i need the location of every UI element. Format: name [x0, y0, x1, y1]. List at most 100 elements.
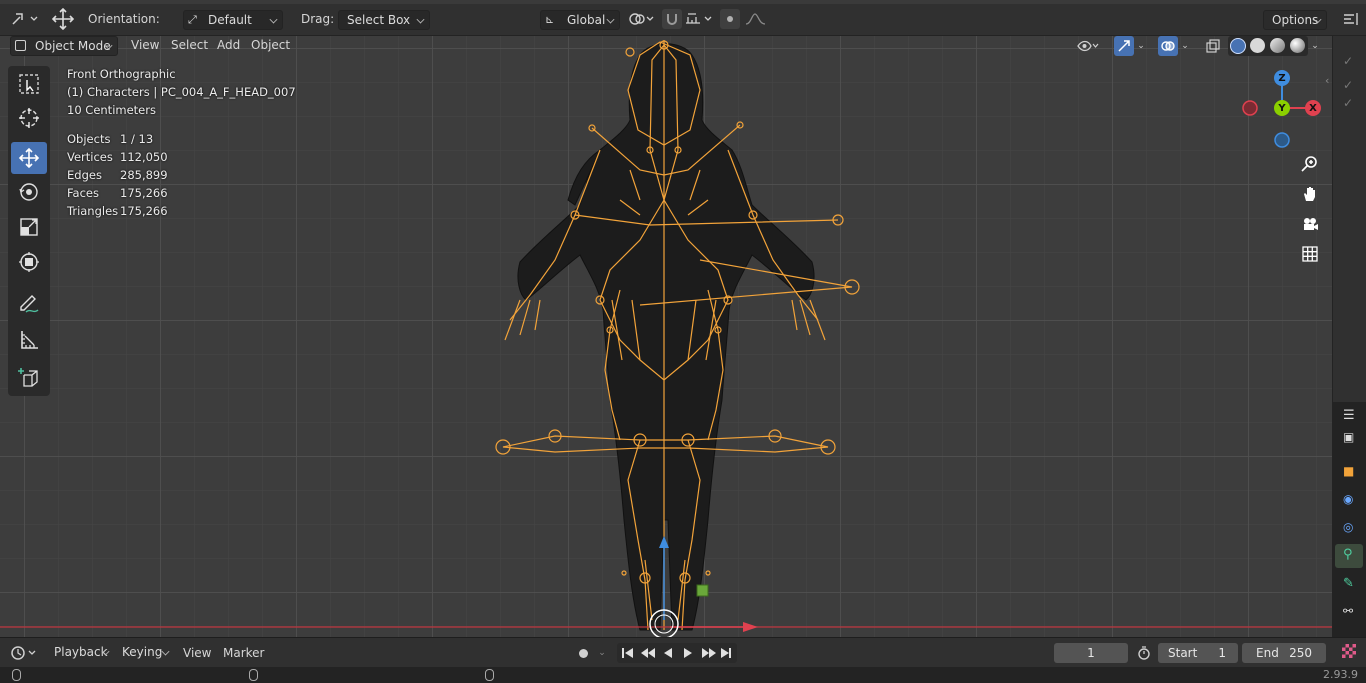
shading-mode-group[interactable] — [1228, 36, 1308, 56]
cursor-tool[interactable] — [11, 102, 47, 134]
gizmo-toggle[interactable] — [1114, 36, 1134, 56]
yz-plane-handle — [696, 584, 709, 597]
scene-collection-icon[interactable]: ▣ — [1343, 430, 1354, 444]
menu-add[interactable]: Add — [217, 38, 240, 52]
tool-tab-icon[interactable]: ✓ — [1343, 54, 1353, 68]
gizmo-x-axis[interactable]: X — [1305, 100, 1321, 116]
projection-toggle-button[interactable] — [1298, 242, 1322, 266]
keying-menu[interactable]: Keying — [114, 643, 174, 663]
stat-value-objects: 1 / 13 — [120, 132, 154, 146]
editor-type-button[interactable] — [8, 9, 42, 29]
wireframe-shading-icon[interactable] — [1230, 38, 1246, 54]
bone-properties-icon[interactable]: ✎ — [1343, 576, 1354, 591]
snap-increment-icon — [686, 13, 712, 24]
armature-properties-tab[interactable]: ⚲ — [1335, 544, 1363, 568]
move-tool-icon[interactable] — [50, 7, 76, 31]
mouse-middle-icon — [249, 669, 258, 681]
stat-value-triangles: 175,266 — [120, 204, 168, 218]
menu-object[interactable]: Object — [251, 38, 290, 52]
constraint-properties-icon[interactable]: ⚯ — [1343, 604, 1353, 618]
proportional-edit-toggle[interactable] — [720, 9, 740, 29]
current-frame-field[interactable]: 1 — [1054, 643, 1128, 663]
grid-icon — [1302, 246, 1318, 262]
orientation-icon: ⤢ — [188, 13, 197, 26]
select-box-tool[interactable] — [11, 68, 47, 100]
sidebar-toggle[interactable] — [1341, 9, 1361, 29]
clock-icon — [11, 646, 36, 660]
version-label: 2.93.9 — [1323, 668, 1358, 681]
scale-tool[interactable] — [11, 211, 47, 243]
zoom-button[interactable] — [1298, 152, 1322, 176]
solid-shading-icon[interactable] — [1250, 38, 1265, 53]
physics-properties-icon[interactable]: ◎ — [1343, 520, 1353, 534]
add-cube-tool[interactable] — [11, 362, 47, 394]
gizmo-z-axis[interactable]: Z — [1274, 70, 1290, 86]
falloff-dropdown[interactable] — [742, 9, 770, 29]
measure-tool[interactable] — [11, 324, 47, 356]
end-value: 250 — [1289, 646, 1312, 660]
select-box-icon — [19, 74, 39, 94]
overlay-toggle[interactable] — [1158, 36, 1178, 56]
object-mode-dropdown[interactable]: Object Mode — [10, 36, 118, 56]
stat-value-edges: 285,899 — [120, 168, 168, 182]
marker-menu[interactable]: Marker — [223, 646, 264, 660]
transform-orientation-dropdown[interactable]: ⊾ Global — [540, 10, 620, 30]
camera-view-button[interactable] — [1298, 212, 1322, 236]
checker-icon — [1342, 644, 1356, 658]
item-tab-icon[interactable]: ✓ — [1343, 78, 1353, 92]
annotate-tool[interactable] — [11, 288, 47, 320]
transform-tool[interactable] — [11, 246, 47, 278]
start-frame-field[interactable]: Start 1 — [1158, 643, 1238, 663]
xray-toggle[interactable] — [1203, 36, 1223, 56]
xray-icon — [1206, 39, 1220, 53]
chevron-down-icon: ⌄ — [1311, 41, 1319, 51]
object-properties-icon[interactable]: ■ — [1343, 464, 1354, 478]
preview-range-toggle[interactable] — [1134, 643, 1154, 663]
timeline-header: Playback Keying View Marker ⌄ 1 Start 1 … — [0, 637, 1366, 667]
keying-set-dropdown[interactable]: ⌄ — [594, 643, 610, 663]
material-shading-icon[interactable] — [1270, 38, 1285, 53]
3d-viewport[interactable]: Object Mode View Select Add Object ⌄ ⌄ ⌄… — [0, 36, 1332, 637]
properties-menu-icon[interactable]: ☰ — [1343, 408, 1355, 423]
chevron-down-icon: ⌄ — [1137, 41, 1145, 51]
gizmo-icon — [1118, 40, 1130, 52]
snap-target-dropdown[interactable] — [682, 9, 716, 29]
gizmo-y-axis[interactable]: Y — [1274, 100, 1290, 116]
rendered-shading-icon[interactable] — [1290, 38, 1305, 53]
playback-menu[interactable]: Playback — [46, 643, 114, 663]
pan-button[interactable] — [1298, 182, 1322, 206]
pivot-point-button[interactable] — [626, 9, 658, 29]
play-reverse-icon — [664, 648, 672, 658]
overlay-dropdown[interactable]: ⌄ — [1178, 36, 1192, 56]
object-mode-icon — [15, 40, 26, 51]
drag-dropdown[interactable]: Select Box — [338, 10, 430, 30]
stat-label-vertices: Vertices — [67, 150, 113, 164]
end-frame-field[interactable]: End 250 — [1242, 643, 1326, 663]
options-dropdown[interactable]: Options — [1263, 10, 1327, 30]
shading-dropdown[interactable]: ⌄ — [1308, 36, 1322, 56]
dot-icon — [727, 16, 733, 22]
stat-label-objects: Objects — [67, 132, 111, 146]
menu-select[interactable]: Select — [171, 38, 208, 52]
visibility-dropdown[interactable] — [1077, 36, 1099, 56]
menu-view[interactable]: View — [131, 38, 159, 52]
jump-end-icon — [721, 648, 729, 658]
snap-toggle[interactable] — [662, 9, 682, 29]
timeline-editor-type[interactable] — [8, 643, 40, 663]
start-label: Start — [1168, 646, 1198, 660]
collapse-arrow-icon[interactable]: ‹ — [1325, 74, 1329, 87]
jump-start-icon — [622, 648, 624, 658]
orientation-dropdown[interactable]: ⤢ Default — [183, 10, 283, 30]
auto-keying-button[interactable] — [572, 643, 594, 663]
modifier-properties-icon[interactable]: ◉ — [1343, 492, 1353, 506]
view-tab-icon[interactable]: ✓ — [1343, 96, 1353, 110]
timeline-view-menu[interactable]: View — [183, 646, 211, 660]
workspace-tab-strip — [0, 0, 1366, 4]
rotate-tool[interactable] — [11, 176, 47, 208]
play-icon — [684, 648, 692, 658]
tool-settings-bar: Orientation: ⤢ Default Drag: Select Box … — [0, 0, 1366, 36]
move-tool[interactable] — [11, 142, 47, 174]
chevron-down-icon: ⌄ — [1181, 41, 1189, 51]
gizmo-dropdown[interactable]: ⌄ — [1134, 36, 1148, 56]
annotate-pencil-icon — [20, 295, 39, 313]
